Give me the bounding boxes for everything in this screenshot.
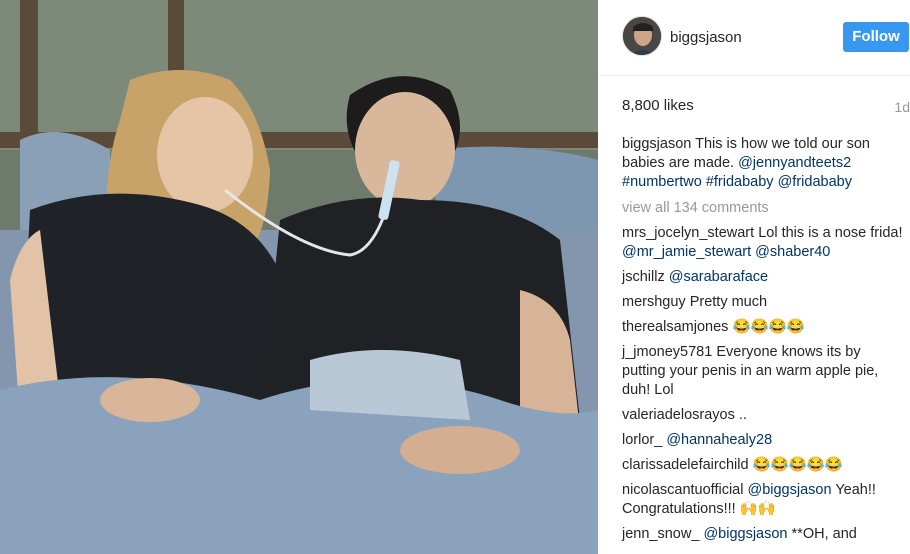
caption-mention[interactable]: @jennyandteets2 bbox=[738, 155, 851, 171]
post-photo[interactable] bbox=[0, 0, 598, 554]
comment-mention[interactable]: @biggsjason bbox=[703, 526, 787, 542]
comment-username[interactable]: jschillz bbox=[622, 269, 665, 285]
comment: valeriadelosrayos .. bbox=[622, 406, 904, 425]
caption-hashtag[interactable]: #fridababy bbox=[706, 174, 774, 190]
comment-username[interactable]: clarissadelefairchild bbox=[622, 457, 749, 473]
comment: mrs_jocelyn_stewart Lol this is a nose f… bbox=[622, 224, 904, 262]
post-side-panel: biggsjason Follow 8,800 likes 1d biggsja… bbox=[598, 0, 910, 554]
post-header: biggsjason Follow bbox=[598, 0, 910, 76]
comment: jschillz @sarabaraface bbox=[622, 268, 904, 287]
comment-list: biggsjason This is how we told our son b… bbox=[622, 135, 904, 544]
likes-count[interactable]: 8,800 likes bbox=[622, 97, 694, 114]
follow-button[interactable]: Follow bbox=[843, 22, 909, 52]
caption-mention[interactable]: @fridababy bbox=[778, 174, 852, 190]
comment-text: Lol this is a nose frida! bbox=[758, 225, 903, 241]
comment: nicolascantuofficial @biggsjason Yeah!! … bbox=[622, 481, 904, 519]
comment-username[interactable]: jenn_snow_ bbox=[622, 526, 699, 542]
comment-username[interactable]: lorlor_ bbox=[622, 432, 662, 448]
comment: therealsamjones 😂😂😂😂 bbox=[622, 318, 904, 337]
comment: lorlor_ @hannahealy28 bbox=[622, 431, 904, 450]
comment: jenn_snow_ @biggsjason **OH, and bbox=[622, 525, 904, 544]
comment-username[interactable]: therealsamjones bbox=[622, 319, 728, 335]
comment-text: 😂😂😂😂 bbox=[732, 319, 805, 335]
comment-username[interactable]: nicolascantuofficial bbox=[622, 482, 743, 498]
comment-username[interactable]: j_jmoney5781 bbox=[622, 344, 712, 360]
comment-text: Pretty much bbox=[689, 294, 768, 310]
comment-username[interactable]: mershguy bbox=[622, 294, 686, 310]
comment-mention[interactable]: @hannahealy28 bbox=[666, 432, 772, 448]
post-time[interactable]: 1d bbox=[894, 99, 910, 115]
caption: biggsjason This is how we told our son b… bbox=[622, 135, 904, 192]
avatar[interactable] bbox=[622, 16, 662, 56]
comment: clarissadelefairchild 😂😂😂😂😂 bbox=[622, 456, 904, 475]
post-photo-illustration bbox=[0, 0, 598, 554]
comment-text: 😂😂😂😂😂 bbox=[752, 457, 843, 473]
comment-mention[interactable]: @shaber40 bbox=[755, 244, 830, 260]
comment-text: .. bbox=[738, 407, 747, 423]
comment-username[interactable]: mrs_jocelyn_stewart bbox=[622, 225, 754, 241]
caption-username[interactable]: biggsjason bbox=[622, 136, 691, 152]
comment: mershguy Pretty much bbox=[622, 293, 904, 312]
comment-mention[interactable]: @biggsjason bbox=[747, 482, 831, 498]
comment-username[interactable]: valeriadelosrayos bbox=[622, 407, 735, 423]
caption-hashtag[interactable]: #numbertwo bbox=[622, 174, 702, 190]
post-username[interactable]: biggsjason bbox=[670, 29, 742, 46]
comment-mention[interactable]: @mr_jamie_stewart bbox=[622, 244, 751, 260]
comment: j_jmoney5781 Everyone knows its by putti… bbox=[622, 343, 904, 400]
view-all-comments-link[interactable]: view all 134 comments bbox=[622, 199, 904, 218]
comment-text: **OH, and bbox=[791, 526, 857, 542]
comment-mention[interactable]: @sarabaraface bbox=[669, 269, 768, 285]
avatar-image bbox=[623, 17, 661, 55]
